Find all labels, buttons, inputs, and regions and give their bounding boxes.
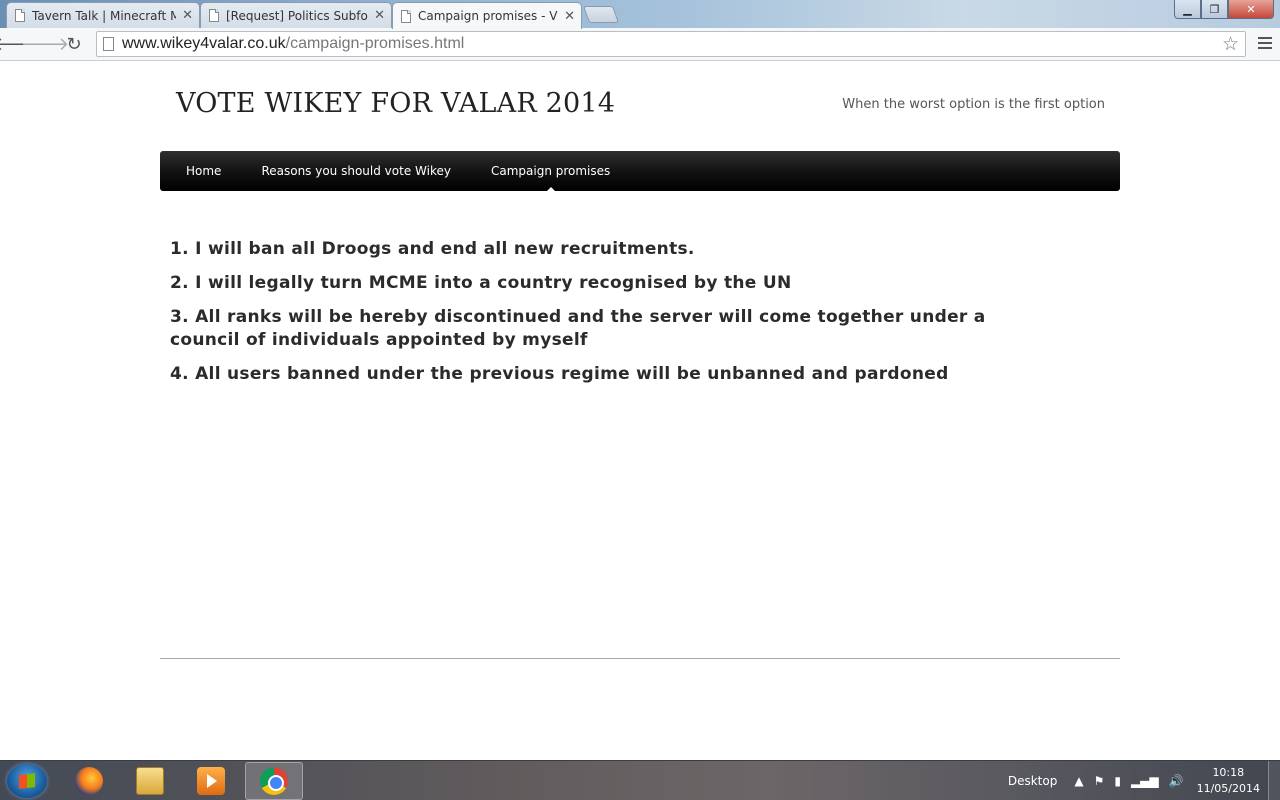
minimize-button[interactable]: ▁ [1174, 0, 1201, 19]
promises-list: 1. I will ban all Droogs and end all new… [170, 238, 1050, 397]
main-nav: Home Reasons you should vote Wikey Campa… [160, 151, 1120, 191]
restore-button[interactable]: ❐ [1201, 0, 1228, 19]
browser-toolbar: 🡐 🡒 ↻ www.wikey4valar.co.uk/campaign-pro… [0, 28, 1280, 61]
browser-tab-3[interactable]: Campaign promises - VOT ✕ [392, 2, 582, 29]
folder-icon [136, 767, 164, 795]
taskbar-firefox[interactable] [60, 762, 118, 800]
url-host: www.wikey4valar.co.uk [122, 35, 286, 52]
site-title: VOTE WIKEY FOR VALAR 2014 [176, 88, 616, 119]
network-icon[interactable]: ▂▄▆ [1131, 774, 1159, 788]
nav-campaign-promises[interactable]: Campaign promises [471, 151, 630, 191]
chevron-up-icon[interactable]: ▲ [1074, 774, 1083, 788]
taskbar-explorer[interactable] [121, 762, 179, 800]
browser-tab-1[interactable]: Tavern Talk | Minecraft M ✕ [6, 2, 200, 28]
page-icon [15, 9, 25, 22]
clock-date: 11/05/2014 [1196, 782, 1260, 795]
nav-home[interactable]: Home [166, 151, 241, 191]
page-icon [103, 37, 114, 51]
start-button[interactable] [7, 764, 47, 798]
promise-item: 1. I will ban all Droogs and end all new… [170, 239, 695, 259]
system-tray: Desktop ▲ ⚑ ▮ ▂▄▆ 🔊 10:18 11/05/2014 [1008, 761, 1280, 800]
volume-icon[interactable]: 🔊 [1169, 774, 1184, 788]
close-tab-icon[interactable]: ✕ [182, 8, 193, 23]
menu-icon[interactable] [1258, 37, 1272, 52]
taskbar: Desktop ▲ ⚑ ▮ ▂▄▆ 🔊 10:18 11/05/2014 [0, 760, 1280, 800]
page-icon [209, 9, 219, 22]
close-window-button[interactable]: ✕ [1228, 0, 1274, 19]
star-icon[interactable]: ☆ [1222, 33, 1239, 56]
clock[interactable]: 10:18 11/05/2014 [1197, 765, 1260, 797]
browser-tab-2[interactable]: [Request] Politics Subforu ✕ [200, 2, 392, 28]
tab-title: [Request] Politics Subforu [226, 8, 369, 23]
power-icon[interactable]: ▮ [1114, 774, 1121, 788]
tab-title: Campaign promises - VOT [418, 9, 558, 23]
url-path: /campaign-promises.html [285, 35, 465, 52]
address-bar[interactable]: www.wikey4valar.co.uk/campaign-promises.… [96, 31, 1246, 57]
page-icon [401, 9, 411, 23]
firefox-icon [75, 767, 103, 795]
close-tab-icon[interactable]: ✕ [564, 9, 575, 24]
media-player-icon [197, 767, 225, 795]
new-tab-button[interactable] [582, 6, 620, 23]
show-desktop-button[interactable] [1268, 761, 1280, 800]
footer-divider [160, 658, 1120, 659]
promise-item: 2. I will legally turn MCME into a count… [170, 273, 792, 293]
reload-icon[interactable]: ↻ [62, 32, 86, 56]
site-tagline: When the worst option is the first optio… [842, 97, 1105, 112]
nav-reasons[interactable]: Reasons you should vote Wikey [241, 151, 471, 191]
window-controls: ▁ ❐ ✕ [1174, 0, 1274, 19]
tab-strip: Tavern Talk | Minecraft M ✕ [Request] Po… [0, 0, 1280, 29]
flag-icon[interactable]: ⚑ [1094, 774, 1105, 788]
desktop-toolbar-label[interactable]: Desktop [1008, 774, 1058, 788]
forward-icon[interactable]: 🡒 [21, 32, 69, 56]
chrome-icon [260, 767, 288, 795]
taskbar-media-player[interactable] [182, 762, 240, 800]
promise-item: 4. All users banned under the previous r… [170, 364, 949, 384]
close-tab-icon[interactable]: ✕ [374, 8, 385, 23]
tab-title: Tavern Talk | Minecraft M [32, 8, 177, 23]
promise-item: 3. All ranks will be hereby discontinued… [170, 307, 986, 350]
clock-time: 10:18 [1212, 766, 1245, 779]
taskbar-chrome[interactable] [245, 762, 303, 800]
